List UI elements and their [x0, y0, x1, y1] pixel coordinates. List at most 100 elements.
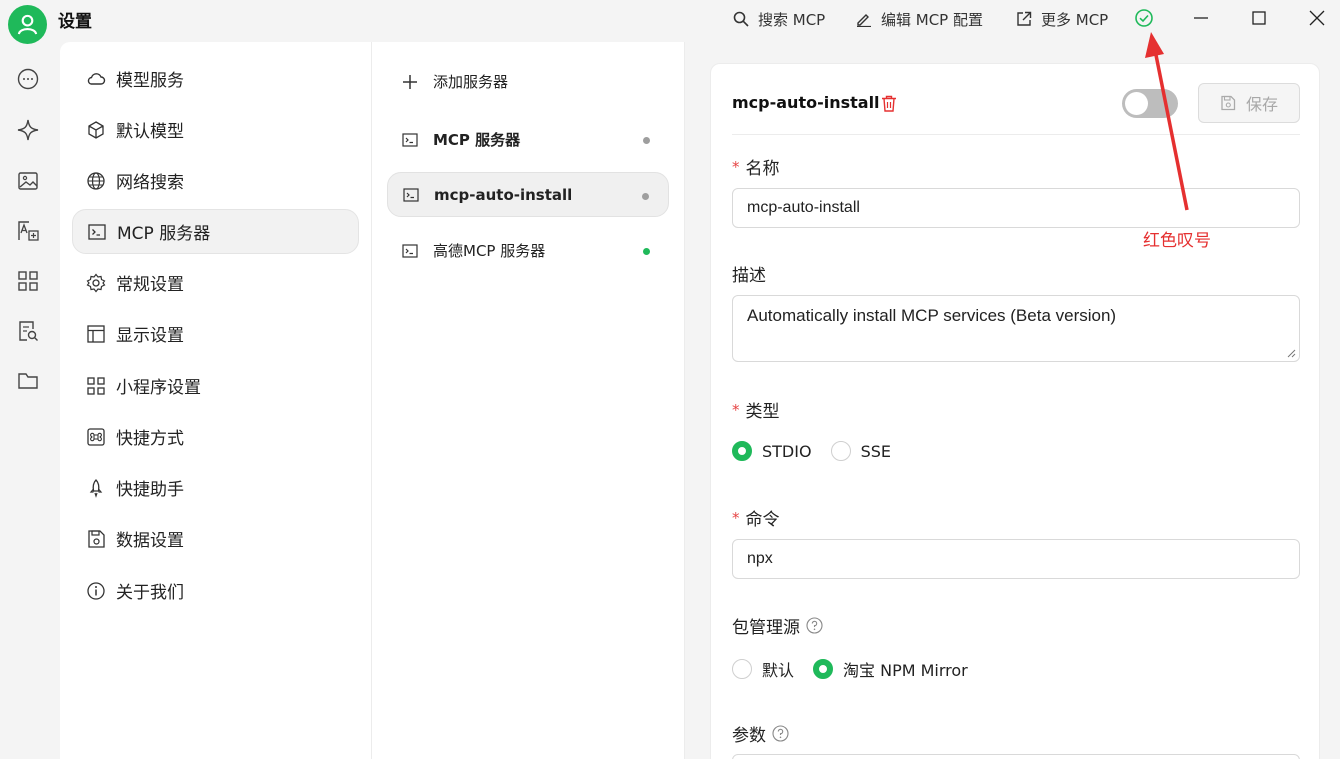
add-server-label: 添加服务器 [433, 73, 509, 91]
layout-icon [87, 324, 105, 343]
user-avatar[interactable] [8, 5, 47, 44]
name-label: * 名称 [732, 154, 780, 180]
page-title: 设置 [58, 12, 92, 32]
type-option-label: SSE [860, 441, 891, 461]
divider [732, 134, 1300, 135]
edit-mcp-config-button[interactable]: 编辑 MCP 配置 [856, 8, 983, 30]
registry-label-text: 包管理源 [732, 618, 800, 638]
delete-icon[interactable] [881, 95, 897, 112]
search-mcp-label: 搜索 MCP [758, 10, 826, 29]
required-mark: * [732, 157, 740, 176]
command-label-text: 命令 [745, 510, 780, 530]
nav-item-label: 快捷方式 [116, 429, 184, 449]
type-option-stdio[interactable]: STDIO [732, 441, 812, 461]
description-value: Automatically install MCP services (Beta… [747, 306, 1117, 325]
user-icon [17, 14, 38, 35]
server-title: mcp-auto-install [732, 93, 880, 112]
server-status-dot [643, 137, 650, 144]
globe-icon [87, 171, 105, 190]
server-item[interactable]: mcp-auto-install [387, 172, 669, 217]
nav-item-label: MCP 服务器 [117, 224, 211, 244]
nav-item-general-settings[interactable]: 常规设置 [72, 260, 359, 305]
search-mcp-button[interactable]: 搜索 MCP [733, 8, 825, 30]
terminal-icon [402, 132, 418, 147]
args-input[interactable] [732, 754, 1300, 759]
nav-item-miniapp-settings[interactable]: 小程序设置 [72, 363, 359, 408]
image-icon[interactable] [17, 170, 39, 192]
close-button[interactable] [1302, 6, 1332, 30]
registry-option-taobao[interactable]: 淘宝 NPM Mirror [813, 657, 968, 681]
search-icon [733, 11, 749, 27]
command-label: * 命令 [732, 505, 780, 531]
nav-item-model-service[interactable]: 模型服务 [72, 56, 359, 101]
nav-item-label: 快捷助手 [116, 480, 184, 500]
resize-handle-icon[interactable] [1286, 348, 1296, 358]
type-option-sse[interactable]: SSE [830, 441, 891, 461]
server-detail-card: mcp-auto-install 保存 * 名称 mcp-auto-instal… [710, 63, 1320, 759]
more-mcp-button[interactable]: 更多 MCP [1016, 8, 1108, 30]
close-icon [1309, 10, 1325, 26]
required-mark: * [732, 400, 740, 419]
description-textarea[interactable]: Automatically install MCP services (Beta… [732, 295, 1300, 362]
nav-item-label: 显示设置 [116, 326, 184, 346]
maximize-button[interactable] [1244, 6, 1274, 30]
nav-item-default-model[interactable]: 默认模型 [72, 107, 359, 152]
nav-item-web-search[interactable]: 网络搜索 [72, 158, 359, 203]
type-label: * 类型 [732, 397, 780, 423]
document-search-icon[interactable] [17, 320, 39, 342]
save-icon [88, 529, 105, 548]
nav-item-label: 默认模型 [116, 122, 184, 142]
server-item-label: MCP 服务器 [433, 131, 521, 149]
type-label-text: 类型 [745, 402, 780, 422]
cloud-icon [87, 72, 106, 85]
nav-item-label: 模型服务 [116, 71, 184, 91]
plus-icon [403, 74, 417, 89]
toggle-knob [1125, 92, 1148, 115]
args-label: 参数 [732, 721, 789, 746]
server-item[interactable]: 高德MCP 服务器 [387, 228, 669, 273]
chat-icon[interactable] [17, 68, 39, 90]
name-input[interactable]: mcp-auto-install [732, 188, 1300, 228]
edit-mcp-config-label: 编辑 MCP 配置 [881, 10, 983, 29]
sparkle-icon[interactable] [17, 119, 39, 141]
server-status-dot [642, 193, 649, 200]
nav-item-label: 关于我们 [116, 583, 184, 603]
enable-toggle[interactable] [1122, 89, 1178, 118]
nav-item-about[interactable]: 关于我们 [72, 568, 359, 613]
radio-unselected[interactable] [732, 659, 752, 679]
status-check-icon[interactable] [1134, 8, 1154, 32]
minimize-icon [1194, 17, 1208, 19]
add-server-button[interactable]: 添加服务器 [387, 59, 669, 104]
minimize-button[interactable] [1186, 6, 1216, 30]
server-item[interactable]: MCP 服务器 [387, 117, 669, 162]
nav-item-mcp-servers[interactable]: MCP 服务器 [72, 209, 359, 254]
radio-unselected[interactable] [830, 441, 851, 461]
registry-label: 包管理源 [732, 613, 823, 638]
registry-option-label: 淘宝 NPM Mirror [843, 661, 968, 680]
radio-selected[interactable] [813, 659, 834, 679]
nav-item-display-settings[interactable]: 显示设置 [72, 311, 359, 356]
server-list: 添加服务器 MCP 服务器 mcp-auto-install 高德MCP 服务器 [372, 42, 685, 759]
command-input[interactable]: npx [732, 539, 1300, 579]
name-label-text: 名称 [745, 159, 780, 179]
info-icon [87, 581, 105, 600]
description-label: 描述 [732, 266, 766, 286]
radio-selected[interactable] [732, 441, 752, 461]
registry-radio-group: 默认 淘宝 NPM Mirror [732, 657, 987, 681]
nav-item-data-settings[interactable]: 数据设置 [72, 516, 359, 561]
terminal-icon [403, 187, 419, 202]
annotation-text: 红色叹号 [1143, 231, 1211, 251]
help-icon[interactable] [806, 617, 823, 634]
help-icon[interactable] [772, 725, 789, 742]
save-button[interactable]: 保存 [1198, 83, 1300, 123]
apps-grid-icon[interactable] [17, 270, 39, 292]
nav-item-shortcuts[interactable]: 快捷方式 [72, 414, 359, 459]
nav-item-quick-assistant[interactable]: 快捷助手 [72, 465, 359, 510]
translate-icon[interactable] [17, 220, 39, 242]
type-radio-group: STDIO SSE [732, 441, 910, 461]
registry-option-default[interactable]: 默认 [732, 657, 794, 681]
maximize-icon [1252, 11, 1266, 25]
server-item-label: mcp-auto-install [434, 185, 573, 204]
nav-item-label: 常规设置 [116, 275, 184, 295]
folder-icon[interactable] [17, 370, 39, 392]
